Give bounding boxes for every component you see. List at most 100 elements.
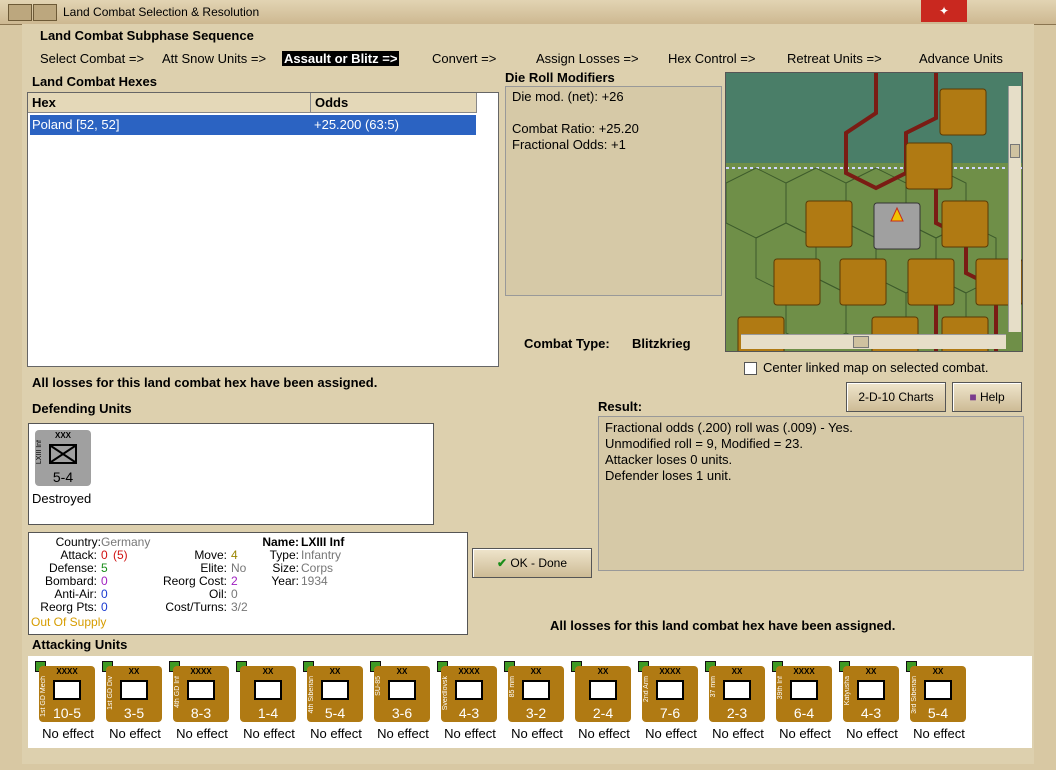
unit-name: 85 mm <box>509 676 516 698</box>
unit-counter[interactable]: XX 3rd Siberian 5-4 <box>910 666 966 722</box>
unit-type-icon <box>790 680 818 700</box>
attacking-unit[interactable]: XXXX 39th Inf 6-4 No effect <box>770 656 834 746</box>
unit-name: 4th GD Inf <box>174 676 181 708</box>
attacking-unit[interactable]: XXXX 4th GD Inf 8-3 No effect <box>167 656 231 746</box>
help-label: Help <box>979 390 1005 404</box>
linked-map[interactable] <box>725 72 1023 352</box>
center-map-checkbox[interactable] <box>744 362 757 375</box>
window-menu-icon[interactable] <box>8 4 32 21</box>
col-hex[interactable]: Hex <box>28 93 311 113</box>
attack-extra: (5) <box>113 548 128 562</box>
unit-strength: 4-3 <box>860 705 882 721</box>
odds-cell: +25.200 (63:5) <box>314 117 399 132</box>
attacking-unit[interactable]: XXXX Sverdlovsk 4-3 No effect <box>435 656 499 746</box>
attacking-unit[interactable]: XX 1-4 No effect <box>234 656 298 746</box>
unit-counter[interactable]: XX 4th Siberian 5-4 <box>307 666 363 722</box>
size-value: Corps <box>301 561 334 575</box>
unit-strength: 2-3 <box>726 705 748 721</box>
losses-message-bottom: All losses for this land combat hex have… <box>550 618 896 633</box>
attacking-unit[interactable]: XXXX 1st GD Mech 10-5 No effect <box>33 656 97 746</box>
unit-type-icon <box>187 680 215 700</box>
map-hscroll-thumb[interactable] <box>853 336 869 348</box>
subphase-snow: Att Snow Units => <box>162 51 267 66</box>
elite-value: No <box>231 561 247 575</box>
unit-result: No effect <box>511 726 563 741</box>
unit-size: XX <box>932 667 944 676</box>
unit-counter[interactable]: XXXX 1st GD Mech 10-5 <box>39 666 95 722</box>
unit-counter[interactable]: XXXX 2nd Arm 7-6 <box>642 666 698 722</box>
modifiers-panel: Die mod. (net): +26 Combat Ratio: +25.20… <box>505 86 722 296</box>
help-button[interactable]: ■ Help <box>952 382 1022 412</box>
map-vscroll-thumb[interactable] <box>1010 144 1020 158</box>
unit-name: SU-85 <box>375 676 382 696</box>
unit-result: No effect <box>444 726 496 741</box>
unit-counter[interactable]: XX 1-4 <box>240 666 296 722</box>
reorg-cost-value: 2 <box>231 574 238 588</box>
unit-counter[interactable]: XX 85 mm 3-2 <box>508 666 564 722</box>
unit-result: No effect <box>243 726 295 741</box>
window-frame: Land Combat Selection & Resolution ✦ Lan… <box>0 0 1056 770</box>
unit-strength: 3-5 <box>123 705 145 721</box>
unit-strength: 10-5 <box>52 705 82 721</box>
close-button[interactable]: ✦ <box>921 0 967 22</box>
move-label: Move: <box>194 548 227 562</box>
window-restore-icon[interactable] <box>33 4 57 21</box>
unit-counter[interactable]: XX SU-85 3-6 <box>374 666 430 722</box>
year-value: 1934 <box>301 574 328 588</box>
unit-type-icon <box>388 680 416 700</box>
col-odds[interactable]: Odds <box>311 93 477 113</box>
attacking-unit[interactable]: XX 4th Siberian 5-4 No effect <box>301 656 365 746</box>
attacking-unit[interactable]: XX SU-85 3-6 No effect <box>368 656 432 746</box>
mod-fraction: Fractional Odds: +1 <box>512 137 626 152</box>
unit-counter[interactable]: XXXX 4th GD Inf 8-3 <box>173 666 229 722</box>
unit-counter[interactable]: XX 1st GD Div 3-5 <box>106 666 162 722</box>
defense-label: Defense: <box>48 561 97 575</box>
size-label: Size: <box>272 561 299 575</box>
hexes-title: Land Combat Hexes <box>32 74 157 89</box>
unit-type-icon <box>723 680 751 700</box>
defender-counter[interactable]: XXX LXIII Inf 5-4 <box>35 430 91 486</box>
checkmark-icon: ✔ <box>496 556 507 570</box>
reorg-pts-label: Reorg Pts: <box>40 600 97 614</box>
subphase-losses: Assign Losses => <box>536 51 639 66</box>
unit-size: XXXX <box>190 667 212 676</box>
unit-counter[interactable]: XX 2-4 <box>575 666 631 722</box>
losses-message-top: All losses for this land combat hex have… <box>32 375 378 390</box>
unit-type-icon <box>656 680 684 700</box>
result-line: Unmodified roll = 9, Modified = 23. <box>605 436 803 451</box>
country-value: Germany <box>101 535 151 549</box>
attacking-unit[interactable]: XX 37 mm 2-3 No effect <box>703 656 767 746</box>
result-title: Result: <box>598 399 643 414</box>
ok-done-button[interactable]: ✔ OK - Done <box>472 548 592 578</box>
unit-size: XX <box>262 667 274 676</box>
attacking-unit[interactable]: XX 85 mm 3-2 No effect <box>502 656 566 746</box>
attacking-unit[interactable]: XX 1st GD Div 3-5 No effect <box>100 656 164 746</box>
attacking-unit[interactable]: XXXX 2nd Arm 7-6 No effect <box>636 656 700 746</box>
unit-result: No effect <box>779 726 831 741</box>
attacking-unit[interactable]: XX 2-4 No effect <box>569 656 633 746</box>
hex-row[interactable]: Poland [52, 52] +25.200 (63:5) <box>30 115 476 135</box>
unit-counter[interactable]: XX 37 mm 2-3 <box>709 666 765 722</box>
attacking-title: Attacking Units <box>32 637 128 652</box>
unit-type-icon <box>857 680 885 700</box>
subphase-convert: Convert => <box>432 51 497 66</box>
map-hscroll[interactable] <box>741 334 1006 349</box>
attack-label: Attack: <box>60 548 97 562</box>
elite-label: Elite: <box>200 561 227 575</box>
combat-type-value: Blitzkrieg <box>632 336 691 351</box>
aa-value: 0 <box>101 587 108 601</box>
book-icon: ■ <box>969 390 977 404</box>
unit-strength: 6-4 <box>793 705 815 721</box>
map-hexes <box>726 73 1022 351</box>
unit-counter[interactable]: XXXX Sverdlovsk 4-3 <box>441 666 497 722</box>
unit-counter[interactable]: XXXX 39th Inf 6-4 <box>776 666 832 722</box>
charts-button[interactable]: 2-D-10 Charts <box>846 382 946 412</box>
attacking-unit[interactable]: XX Katyusha 4-3 No effect <box>837 656 901 746</box>
unit-type-icon <box>924 680 952 700</box>
map-vscroll[interactable] <box>1008 86 1021 332</box>
name-label: Name: <box>262 535 299 549</box>
attacking-unit[interactable]: XX 3rd Siberian 5-4 No effect <box>904 656 968 746</box>
defender-status: Destroyed <box>32 491 92 506</box>
ok-done-label: OK - Done <box>510 556 568 570</box>
unit-counter[interactable]: XX Katyusha 4-3 <box>843 666 899 722</box>
